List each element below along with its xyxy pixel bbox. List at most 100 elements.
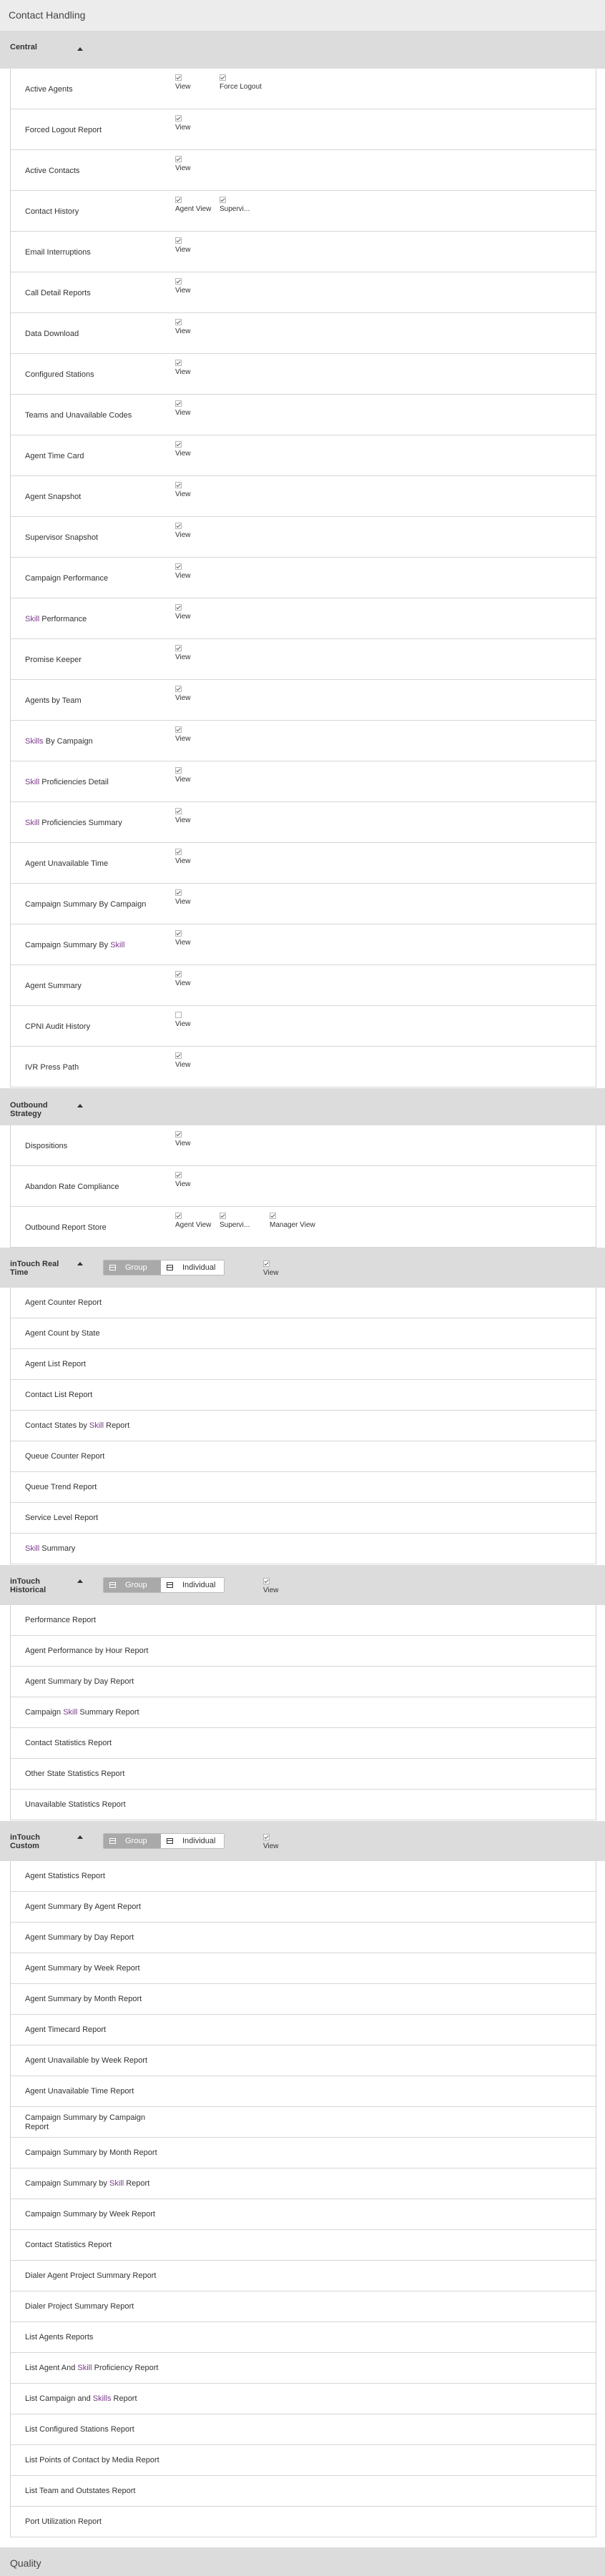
permission-view[interactable]: View — [175, 523, 191, 539]
view-mode-toggle[interactable]: Group Individual — [103, 1577, 225, 1593]
permission-view[interactable]: View — [175, 400, 191, 417]
permission-supervi[interactable]: Supervi... — [220, 197, 250, 213]
view-checkbox[interactable] — [175, 604, 182, 611]
permission-view[interactable]: View — [175, 237, 191, 254]
view-checkbox[interactable] — [175, 563, 182, 570]
view-checkbox[interactable] — [175, 930, 182, 937]
force-logout-checkbox[interactable] — [220, 74, 226, 81]
section-view-permission[interactable]: View — [263, 1578, 279, 1594]
view-checkbox[interactable] — [175, 808, 182, 814]
permission-row: Dispositions View — [11, 1125, 596, 1166]
section-header-central[interactable]: Central — [0, 31, 605, 69]
permission-view[interactable]: View — [175, 74, 191, 91]
section-header-intouch-historical[interactable]: inTouch Historical Group Individual View — [0, 1565, 605, 1605]
segment-group[interactable]: Group — [104, 1260, 161, 1275]
segment-individual[interactable]: Individual — [161, 1834, 224, 1848]
permission-view[interactable]: View — [175, 686, 191, 702]
segment-group[interactable]: Group — [104, 1834, 161, 1848]
permission-row: Campaign Summary By Skill View — [11, 924, 596, 965]
section-view-permission[interactable]: View — [263, 1834, 279, 1850]
view-checkbox[interactable] — [175, 523, 182, 529]
permission-view[interactable]: View — [175, 808, 191, 824]
permission-view[interactable]: View — [175, 156, 191, 172]
segment-group[interactable]: Group — [104, 1578, 161, 1592]
permission-view[interactable]: View — [175, 604, 191, 621]
permission-view[interactable]: View — [175, 441, 191, 458]
permission-view[interactable]: View — [175, 115, 191, 132]
view-checkbox[interactable] — [175, 1172, 182, 1178]
permission-view[interactable]: View — [175, 360, 191, 376]
permission-row: Dialer Agent Project Summary Report — [11, 2261, 596, 2291]
view-checkbox[interactable] — [175, 115, 182, 122]
permission-view[interactable]: View — [175, 889, 191, 906]
permission-view[interactable]: View — [175, 278, 191, 295]
view-label: View — [175, 613, 191, 621]
permission-view[interactable]: View — [175, 767, 191, 784]
view-checkbox[interactable] — [175, 1052, 182, 1059]
permission-agent-view[interactable]: Agent View — [175, 1213, 211, 1229]
view-checkbox[interactable] — [263, 1834, 270, 1840]
view-checkbox[interactable] — [263, 1260, 270, 1267]
permission-supervi[interactable]: Supervi... — [220, 1213, 250, 1229]
permission-view[interactable]: View — [175, 971, 191, 987]
section-header-quality[interactable]: Quality — [0, 2547, 605, 2576]
view-checkbox[interactable] — [175, 889, 182, 896]
permission-view[interactable]: View — [175, 726, 191, 743]
view-checkbox[interactable] — [175, 441, 182, 448]
supervi-checkbox[interactable] — [220, 197, 226, 203]
permission-view[interactable]: View — [175, 563, 191, 580]
row-label-agent-statistics-report: Agent Statistics Report — [25, 1872, 105, 1880]
view-checkbox[interactable] — [175, 645, 182, 651]
view-checkbox[interactable] — [175, 726, 182, 733]
view-checkbox[interactable] — [175, 482, 182, 488]
row-label-service-level-report: Service Level Report — [25, 1514, 99, 1522]
section-rows-central: Active Agents View Force Logout Forced Logo… — [10, 69, 596, 1087]
permission-view[interactable]: View — [175, 1012, 191, 1028]
view-checkbox[interactable] — [175, 319, 182, 325]
collapse-caret-icon[interactable] — [77, 1579, 83, 1583]
section-header-intouch-realtime[interactable]: inTouch Real Time Group Individual View — [0, 1248, 605, 1288]
permission-row: Skill Proficiencies Detail View — [11, 761, 596, 802]
view-checkbox[interactable] — [175, 400, 182, 407]
permission-manager-view[interactable]: Manager View — [270, 1213, 315, 1229]
permission-view[interactable]: View — [175, 645, 191, 661]
view-checkbox[interactable] — [175, 849, 182, 855]
segment-individual[interactable]: Individual — [161, 1260, 224, 1275]
supervi-checkbox[interactable] — [220, 1213, 226, 1219]
view-checkbox[interactable] — [175, 237, 182, 244]
permission-view[interactable]: View — [175, 482, 191, 498]
permission-view[interactable]: View — [175, 1131, 191, 1148]
permission-view[interactable]: View — [175, 930, 191, 947]
permission-view[interactable]: View — [175, 1052, 191, 1069]
agent-view-checkbox[interactable] — [175, 197, 182, 203]
view-checkbox[interactable] — [175, 971, 182, 977]
manager-view-label: Manager View — [270, 1221, 315, 1229]
permission-force-logout[interactable]: Force Logout — [220, 74, 262, 91]
view-checkbox[interactable] — [175, 1131, 182, 1138]
collapse-caret-icon[interactable] — [77, 1835, 83, 1839]
view-mode-toggle[interactable]: Group Individual — [103, 1260, 225, 1275]
collapse-caret-icon[interactable] — [77, 1104, 83, 1107]
view-checkbox[interactable] — [175, 360, 182, 366]
section-view-permission[interactable]: View — [263, 1260, 279, 1277]
view-mode-toggle[interactable]: Group Individual — [103, 1833, 225, 1849]
segment-individual[interactable]: Individual — [161, 1578, 224, 1592]
view-checkbox[interactable] — [175, 686, 182, 692]
view-checkbox[interactable] — [175, 74, 182, 81]
section-header-intouch-custom[interactable]: inTouch Custom Group Individual View — [0, 1821, 605, 1861]
view-checkbox[interactable] — [175, 278, 182, 285]
view-checkbox[interactable] — [175, 156, 182, 162]
permission-agent-view[interactable]: Agent View — [175, 197, 211, 213]
view-checkbox[interactable] — [175, 767, 182, 774]
permission-view[interactable]: View — [175, 849, 191, 865]
agent-view-checkbox[interactable] — [175, 1213, 182, 1219]
permission-view[interactable]: View — [175, 1172, 191, 1188]
view-checkbox[interactable] — [263, 1578, 270, 1584]
collapse-caret-icon[interactable] — [77, 1262, 83, 1265]
view-checkbox[interactable] — [175, 1012, 182, 1018]
manager-view-checkbox[interactable] — [270, 1213, 276, 1219]
section-header-outbound[interactable]: Outbound Strategy — [0, 1088, 605, 1125]
permission-view[interactable]: View — [175, 319, 191, 335]
collapse-caret-icon[interactable] — [77, 47, 83, 51]
row-label-contact-statistics-report: Contact Statistics Report — [25, 2241, 112, 2249]
